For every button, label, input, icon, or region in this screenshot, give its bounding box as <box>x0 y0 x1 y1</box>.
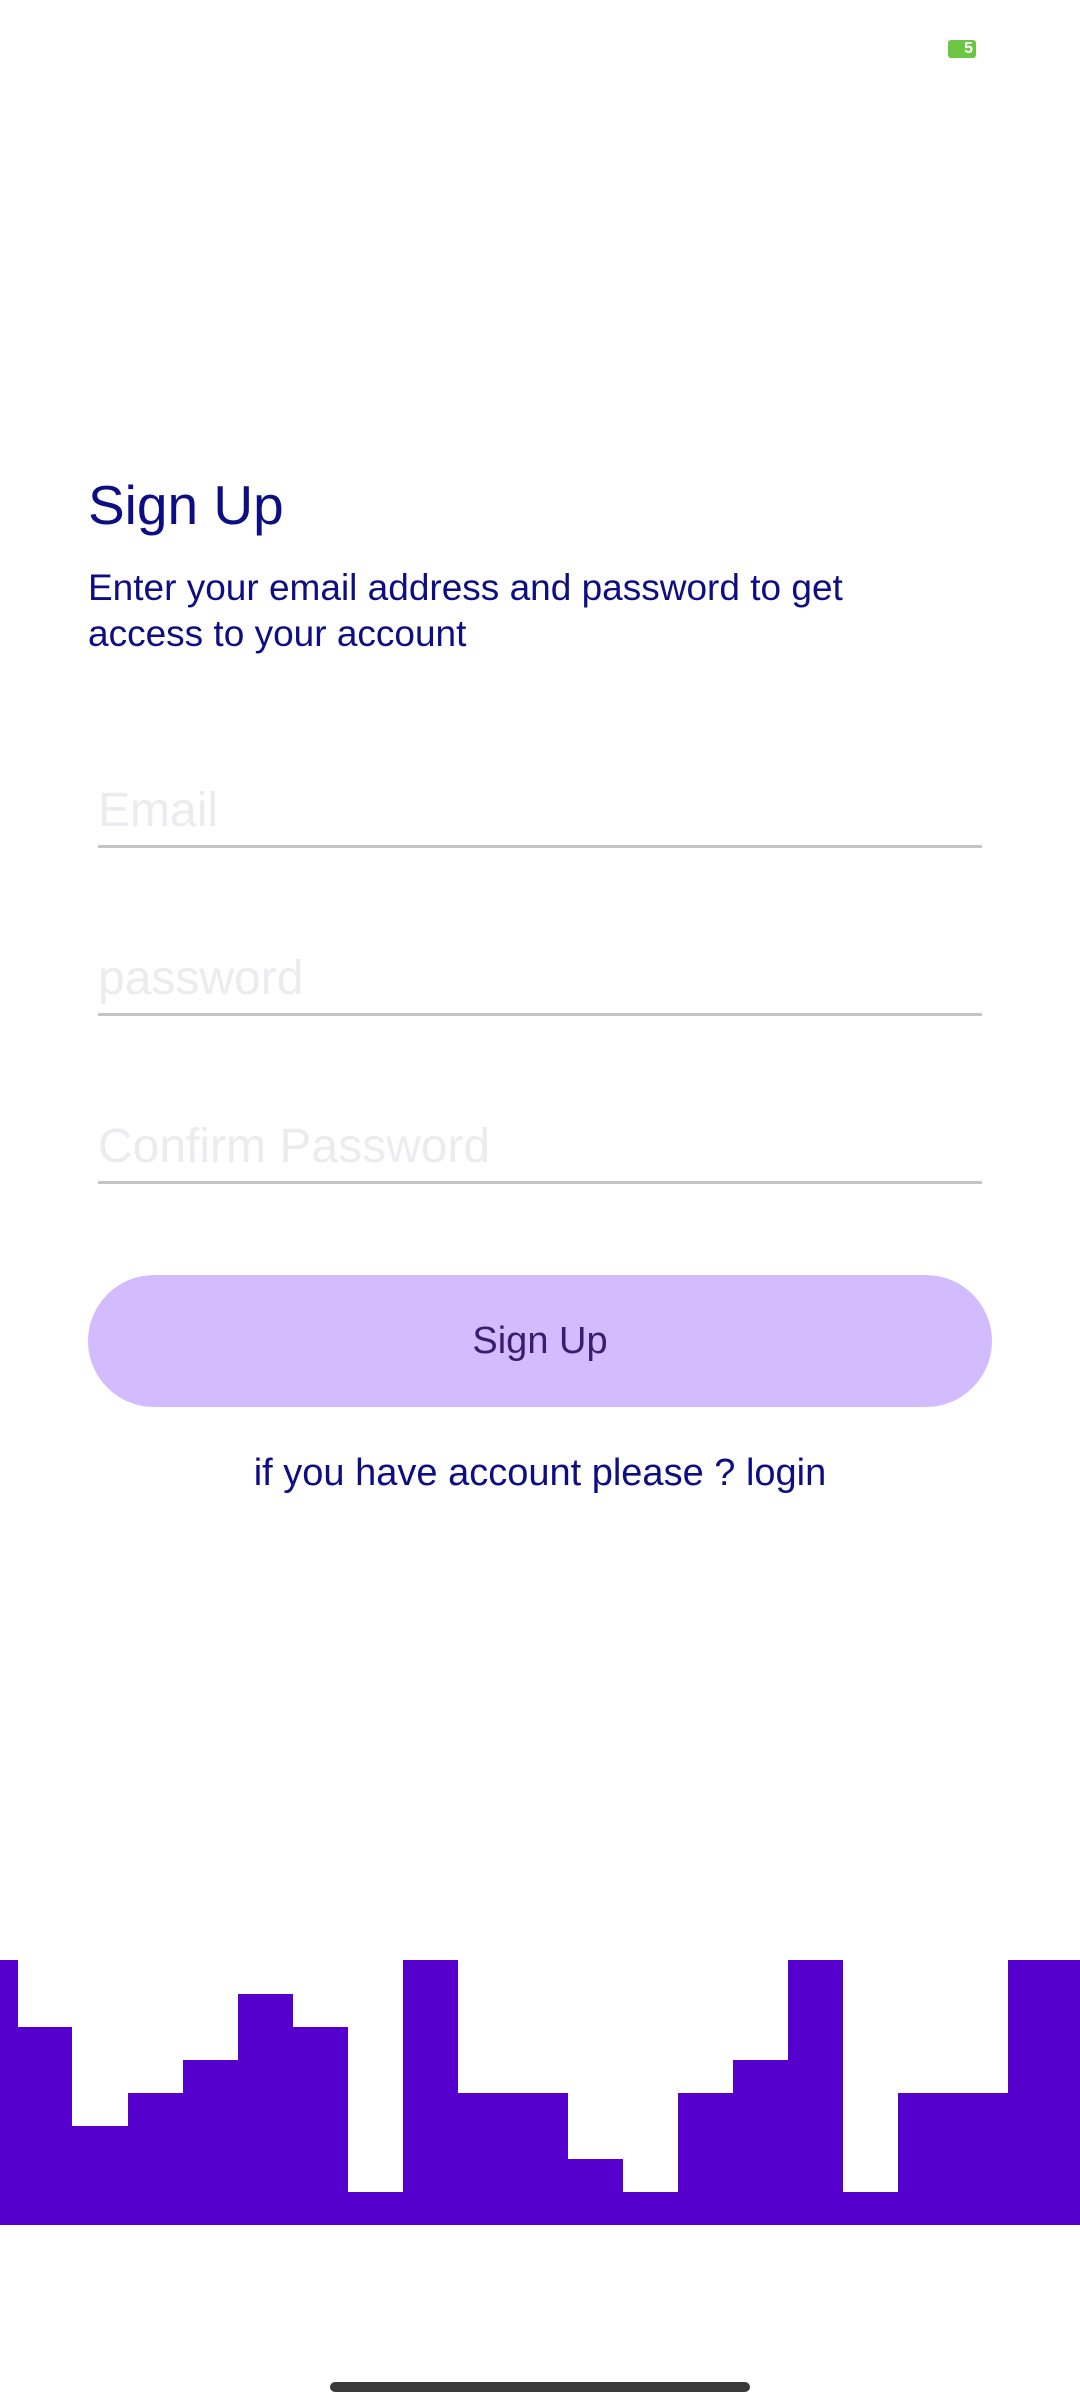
email-field[interactable] <box>98 775 982 848</box>
battery-level: 5 <box>964 40 973 57</box>
page-subtitle: Enter your email address and password to… <box>88 567 843 654</box>
sign-up-button[interactable]: Sign Up <box>88 1275 992 1407</box>
home-indicator[interactable] <box>330 2382 750 2392</box>
page-title: Sign Up <box>88 474 284 536</box>
city-skyline-illustration <box>0 1960 1080 2225</box>
confirm-password-field[interactable] <box>98 1111 982 1184</box>
battery-icon: 5 <box>948 40 976 58</box>
status-bar: 5 <box>0 0 1080 90</box>
password-field[interactable] <box>98 943 982 1016</box>
login-link[interactable]: if you have account please ? login <box>0 1452 1080 1495</box>
